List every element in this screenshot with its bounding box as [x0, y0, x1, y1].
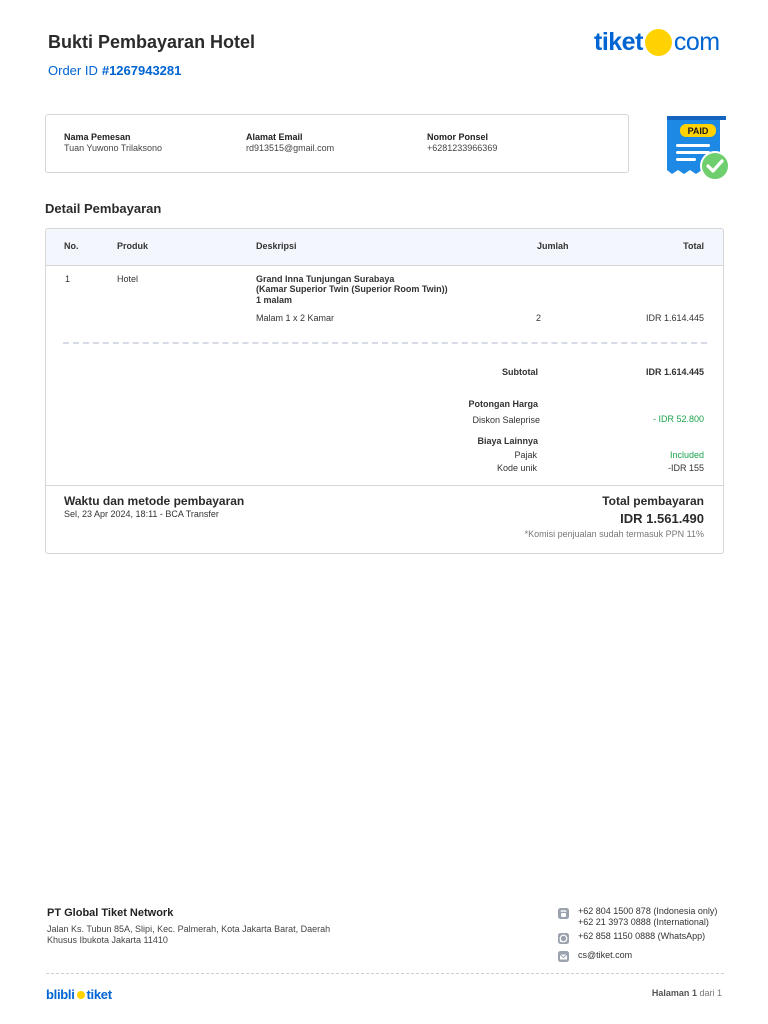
order-id: Order ID #1267943281 [48, 63, 181, 78]
total-payment-value: IDR 1.561.490 [620, 511, 704, 526]
total-payment-note: *Komisi penjualan sudah termasuk PPN 11% [524, 529, 704, 539]
order-id-label: Order ID [48, 63, 98, 78]
tax-value: Included [669, 450, 704, 460]
subtotal-value: IDR 1.614.445 [645, 367, 704, 377]
logo-text-left: tiket [594, 27, 643, 56]
page-indicator: Halaman 1 dari 1 [652, 988, 722, 998]
page-label: Halaman [651, 988, 690, 998]
row-total: IDR 1.614.445 [645, 313, 704, 323]
page-title: Bukti Pembayaran Hotel [48, 32, 256, 52]
dashed-divider [63, 342, 707, 344]
email-icon [558, 951, 569, 962]
payment-details-title: Detail Pembayaran [45, 201, 162, 216]
discount-label: Diskon Saleprise [472, 415, 540, 425]
page-of: dari 1 [699, 988, 722, 998]
footer-divider [46, 973, 724, 974]
row-product: Hotel [117, 274, 139, 284]
customer-email: Alamat Email rd913515@gmail.com [246, 132, 334, 154]
blibli-logo-dot [76, 990, 85, 999]
customer-phone-label: Nomor Ponsel [427, 132, 489, 142]
row-desc-hotel: Grand Inna Tunjungan Surabaya [256, 274, 395, 284]
other-fees-heading: Biaya Lainnya [477, 436, 538, 446]
customer-phone-value: +6281233966369 [427, 143, 498, 153]
total-payment-title: Total pembayaran [602, 494, 704, 508]
contact-whatsapp: +62 858 1150 0888 (WhatsApp) [578, 931, 706, 941]
customer-info-box: Nama Pemesan Tuan Yuwono Trilaksono Alam… [45, 114, 629, 173]
payment-time-value: Sel, 23 Apr 2024, 18:11 - BCA Transfer [64, 509, 219, 519]
row-desc-nights: 1 malam [256, 295, 293, 305]
row-qty: 2 [536, 313, 542, 323]
row-no: 1 [65, 274, 71, 284]
paid-receipt-icon: PAID [667, 116, 730, 181]
col-qty: Jumlah [537, 241, 569, 251]
payment-time-title: Waktu dan metode pembayaran [64, 494, 245, 508]
paid-text: PAID [688, 126, 709, 136]
phone-icon [558, 908, 569, 919]
blibli-tiket-logo: blibli tiket [46, 987, 112, 1002]
payment-details-box: No. Produk Deskripsi Jumlah Total 1 Hote… [45, 228, 724, 554]
customer-phone: Nomor Ponsel +6281233966369 [427, 132, 497, 154]
discount-heading: Potongan Harga [468, 399, 538, 409]
row-desc-room: (Kamar Superior Twin (Superior Room Twin… [256, 284, 448, 294]
logo-dot [644, 28, 672, 56]
section-separator [46, 485, 723, 486]
customer-email-label: Alamat Email [246, 132, 303, 142]
tiket-logo-text: tiket [86, 987, 113, 1002]
table-header: No. Produk Deskripsi Jumlah Total [46, 229, 723, 266]
unique-code-value: -IDR 155 [667, 463, 704, 473]
whatsapp-icon [558, 933, 569, 944]
unique-code-label: Kode unik [496, 463, 537, 473]
tiket-logo: tiket com [594, 26, 720, 58]
customer-name-value: Tuan Yuwono Trilaksono [64, 143, 163, 153]
tax-label: Pajak [514, 450, 537, 460]
footer-address: Jalan Ks. Tubun 85A, Slipi, Kec. Palmera… [47, 924, 331, 945]
subtotal-label: Subtotal [502, 367, 538, 377]
customer-name: Nama Pemesan Tuan Yuwono Trilaksono [64, 132, 162, 154]
col-product: Produk [117, 241, 149, 251]
page-current: 1 [691, 988, 697, 998]
footer-company-name: PT Global Tiket Network [47, 907, 174, 919]
customer-name-label: Nama Pemesan [64, 132, 131, 142]
col-description: Deskripsi [256, 241, 297, 251]
logo-text-right: com [673, 27, 720, 56]
order-id-value: #1267943281 [101, 63, 182, 78]
contact-phone-1: +62 804 1500 878 (Indonesia only) [578, 906, 718, 916]
discount-value: - IDR 52.800 [652, 414, 704, 424]
col-total: Total [683, 241, 704, 251]
contact-email: cs@tiket.com [578, 950, 633, 960]
contact-phone-2: +62 21 3973 0888 (International) [578, 917, 709, 927]
customer-email-value: rd913515@gmail.com [246, 143, 335, 153]
blibli-logo-text: blibli [46, 987, 75, 1002]
row-sub-desc: Malam 1 x 2 Kamar [256, 313, 335, 323]
col-no: No. [64, 241, 79, 251]
